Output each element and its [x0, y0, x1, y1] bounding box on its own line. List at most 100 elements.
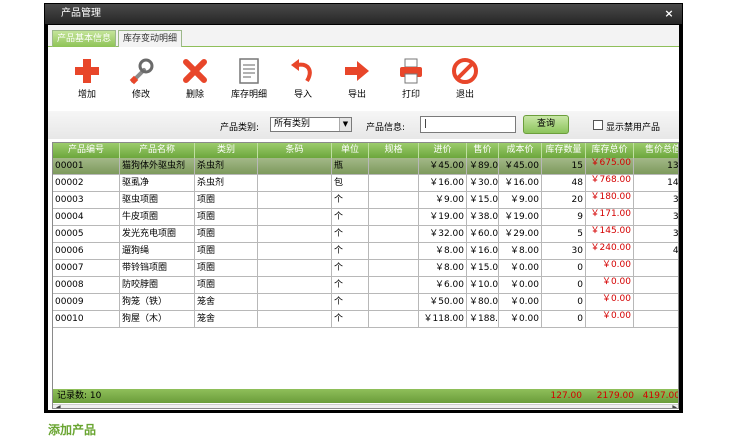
table-cell-barcode — [258, 311, 332, 327]
table-cell-cost: ￥29.00 — [499, 226, 542, 242]
caption: 添加产品 — [48, 423, 97, 437]
horizontal-scrollbar[interactable]: ◀ ▶ — [53, 404, 678, 408]
table-cell-buy: ￥118.00 — [419, 311, 467, 327]
tab-stock-change-detail[interactable]: 库存变动明细 — [118, 30, 183, 47]
table-row[interactable]: 00008防咬脖圈项圈个￥6.00￥10.00￥0.000￥0.000 — [53, 277, 678, 294]
category-select-value: 所有类别 — [274, 119, 311, 129]
table-cell-buy: ￥50.00 — [419, 294, 467, 310]
column-header[interactable]: 库存数量 — [542, 143, 586, 158]
table-cell-buy: ￥45.00 — [419, 158, 467, 174]
table-row[interactable]: 00001猫狗体外驱虫剂杀虫剂瓶￥45.00￥89.00￥45.0015￥675… — [53, 158, 678, 175]
table-cell-buy: ￥32.00 — [419, 226, 467, 242]
column-header[interactable]: 售价 — [467, 143, 499, 158]
column-header[interactable]: 条码 — [258, 143, 332, 158]
table-cell-barcode — [258, 294, 332, 310]
table-cell-unit: 个 — [332, 209, 369, 225]
table-cell-unit: 个 — [332, 311, 369, 327]
filter-bar: 产品类别: 所有类别 ▼ 产品信息: | 查询 显示禁用产品 — [48, 111, 679, 139]
table-cell-name: 狗笼（铁） — [120, 294, 195, 310]
delete-button[interactable]: 删除 — [170, 57, 220, 107]
column-header[interactable]: 库存总价 — [586, 143, 634, 158]
table-cell-barcode — [258, 209, 332, 225]
scroll-right-icon[interactable]: ▶ — [672, 404, 677, 408]
table-cell-category: 杀虫剂 — [195, 175, 258, 191]
table-row[interactable]: 00007带铃铛项圈项圈个￥8.00￥15.00￥0.000￥0.000 — [53, 260, 678, 277]
table-row[interactable]: 00004牛皮项圈项圈个￥19.00￥38.00￥19.009￥171.0034… — [53, 209, 678, 226]
column-header[interactable]: 类别 — [195, 143, 258, 158]
stop-icon — [452, 58, 478, 84]
table-cell-cost: ￥0.00 — [499, 294, 542, 310]
table-cell-sell-total: 0 — [634, 277, 678, 293]
table-cell-qty: 0 — [542, 277, 586, 293]
table-cell-unit: 个 — [332, 192, 369, 208]
delete-label: 删除 — [185, 90, 204, 100]
table-cell-barcode — [258, 158, 332, 174]
table-cell-name: 猫狗体外驱虫剂 — [120, 158, 195, 174]
table-cell-id: 00002 — [53, 175, 120, 191]
table-cell-spec — [369, 311, 419, 327]
add-button[interactable]: 增加 — [62, 57, 112, 107]
table-cell-category: 笼舍 — [195, 294, 258, 310]
column-header[interactable]: 规格 — [369, 143, 419, 158]
close-button[interactable]: × — [662, 4, 676, 24]
table-cell-sell: ￥16.00 — [467, 243, 499, 259]
table-cell-sell: ￥89.00 — [467, 158, 499, 174]
table-cell-barcode — [258, 192, 332, 208]
cross-icon — [183, 59, 207, 83]
table-cell-id: 00005 — [53, 226, 120, 242]
column-header[interactable]: 产品名称 — [120, 143, 195, 158]
query-button[interactable]: 查询 — [523, 115, 569, 134]
category-select[interactable]: 所有类别 ▼ — [270, 117, 352, 132]
table-row[interactable]: 00002驱虱净杀虫剂包￥16.00￥30.00￥16.0048￥768.001… — [53, 175, 678, 192]
table-cell-cost: ￥0.00 — [499, 311, 542, 327]
table-cell-cost: ￥0.00 — [499, 277, 542, 293]
table-cell-sell-total: 0 — [634, 311, 678, 327]
table-row[interactable]: 00010狗屋（木）笼舍个￥118.00￥188.0￥0.000￥0.000 — [53, 311, 678, 328]
product-info-input[interactable]: | — [420, 116, 516, 133]
table-cell-barcode — [258, 243, 332, 259]
table-cell-unit: 个 — [332, 243, 369, 259]
table-cell-unit: 个 — [332, 226, 369, 242]
record-count: 记录数: 10 — [57, 391, 102, 401]
column-header[interactable]: 售价总值 — [634, 143, 678, 158]
column-header[interactable]: 成本价 — [499, 143, 542, 158]
import-label: 导入 — [293, 90, 312, 100]
table-cell-spec — [369, 294, 419, 310]
toolbar: 增加 修改 删除 库存明细 导入 导出 打印 退出 — [48, 47, 679, 109]
table-cell-cost: ￥0.00 — [499, 260, 542, 276]
stock-detail-button[interactable]: 库存明细 — [224, 57, 274, 107]
table-row[interactable]: 00003驱虫项圈项圈个￥9.00￥15.00￥9.0020￥180.00300 — [53, 192, 678, 209]
table-row[interactable]: 00005发光充电项圈项圈 个 ￥32.00￥60.00￥29.005￥145.00… — [53, 226, 678, 243]
table-cell-unit: 个 — [332, 294, 369, 310]
table-cell-stock-total: ￥675.00 — [586, 158, 634, 174]
window-title: 产品管理 — [61, 8, 101, 19]
table-cell-spec — [369, 243, 419, 259]
table-row[interactable]: 00006遛狗绳项圈个￥8.00￥16.00￥8.0030￥240.00480 — [53, 243, 678, 260]
show-disabled-checkbox[interactable] — [593, 120, 603, 130]
table-row[interactable]: 00009狗笼（铁）笼舍个￥50.00￥80.00￥0.000￥0.000 — [53, 294, 678, 311]
table-cell-cost: ￥19.00 — [499, 209, 542, 225]
exit-button[interactable]: 退出 — [440, 57, 490, 107]
print-button[interactable]: 打印 — [386, 57, 436, 107]
table-cell-unit: 包 — [332, 175, 369, 191]
column-header[interactable]: 单位 — [332, 143, 369, 158]
undo-arrow-icon — [291, 59, 312, 83]
edit-button[interactable]: 修改 — [116, 57, 166, 107]
export-button[interactable]: 导出 — [332, 57, 382, 107]
table-cell-sell: ￥10.00 — [467, 277, 499, 293]
table-cell-category: 项圈 — [195, 226, 258, 242]
table-cell-spec — [369, 175, 419, 191]
import-button[interactable]: 导入 — [278, 57, 328, 107]
summary-row: 记录数: 10 127.00 2179.00 4197.00 — [53, 389, 678, 403]
table-cell-barcode — [258, 226, 332, 242]
column-header[interactable]: 进价 — [419, 143, 467, 158]
chevron-down-icon[interactable]: ▼ — [339, 118, 351, 131]
table-cell-id: 00003 — [53, 192, 120, 208]
scroll-left-icon[interactable]: ◀ — [56, 404, 61, 408]
table-cell-cost: ￥9.00 — [499, 192, 542, 208]
export-label: 导出 — [347, 90, 366, 100]
column-header[interactable]: 产品编号 — [53, 143, 120, 158]
table-cell-sell: ￥15.00 — [467, 192, 499, 208]
table-cell-qty: 30 — [542, 243, 586, 259]
tab-product-basic-info[interactable]: 产品基本信息 — [52, 30, 117, 47]
